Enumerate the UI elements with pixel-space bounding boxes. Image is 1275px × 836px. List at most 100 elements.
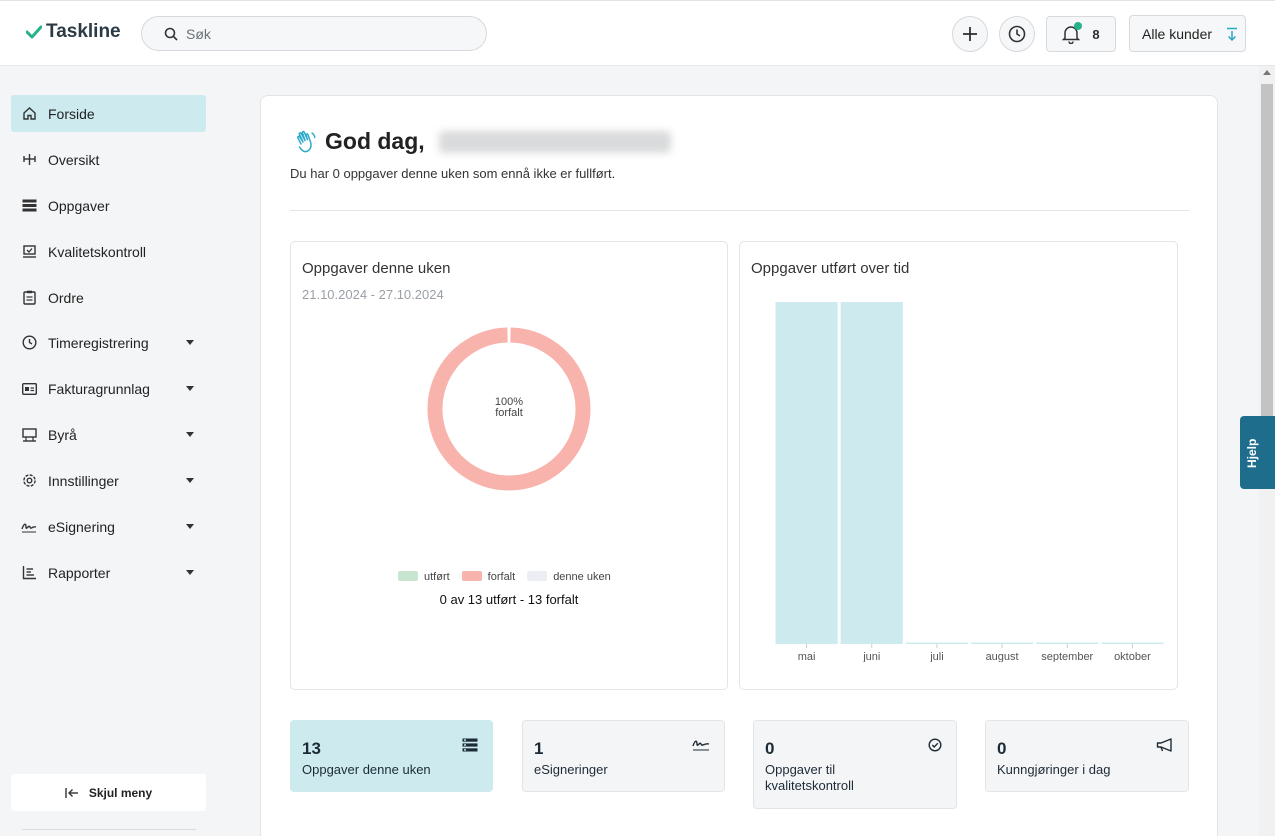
sidebar-item-byra[interactable]: Byrå — [11, 416, 206, 453]
stat-value: 0 — [997, 739, 1007, 758]
chevron-down-icon[interactable] — [186, 524, 194, 529]
sitemap-icon — [21, 152, 37, 168]
weekly-date-range: 21.10.2024 - 27.10.2024 — [302, 287, 444, 302]
stat-card-esignering[interactable]: 1 eSigneringer — [522, 720, 725, 792]
add-button[interactable] — [952, 16, 988, 52]
legend-item-denne-uken[interactable]: denne uken — [527, 571, 611, 583]
sidebar-item-rapporter[interactable]: Rapporter — [11, 554, 206, 591]
stat-label: Kunngjøringer i dag — [997, 762, 1111, 777]
donut-center-text: forfalt — [495, 407, 523, 419]
bar-juli[interactable] — [905, 642, 968, 645]
search-input[interactable] — [186, 25, 466, 42]
notifications-button[interactable]: 8 — [1046, 16, 1116, 52]
home-icon — [21, 106, 37, 122]
sidebar-item-ordre[interactable]: Ordre — [11, 279, 206, 316]
bar-september[interactable] — [1036, 642, 1099, 645]
stat-card-quality[interactable]: 0 Oppgaver til kvalitetskontroll — [753, 720, 957, 809]
legend-swatch — [527, 571, 548, 581]
waving-hand-icon — [297, 130, 316, 152]
tasks-icon — [462, 738, 478, 752]
section-divider — [290, 210, 1189, 211]
sort-down-icon — [1227, 27, 1238, 41]
stat-card-tasks[interactable]: 13 Oppgaver denne uken — [290, 720, 493, 792]
legend-label: denne uken — [553, 571, 611, 583]
megaphone-icon — [1156, 738, 1172, 752]
history-panel: Oppgaver utført over tid mai juni juli augu… — [739, 241, 1178, 690]
check-circle-icon — [928, 738, 942, 752]
customer-select-label: Alle kunder — [1142, 25, 1213, 42]
clipboard-icon — [21, 290, 37, 306]
hide-menu-button[interactable]: Skjul meny — [11, 774, 206, 811]
sidebar-item-kvalitetskontroll[interactable]: Kvalitetskontroll — [11, 233, 206, 270]
chevron-down-icon[interactable] — [186, 340, 194, 345]
greeting-text: God dag, — [325, 128, 425, 154]
sidebar-item-oversikt[interactable]: Oversikt — [11, 141, 206, 178]
greeting-subtitle: Du har 0 oppgaver denne uken som ennå ik… — [290, 166, 616, 181]
bar-august[interactable] — [971, 642, 1034, 645]
stat-value: 13 — [302, 739, 321, 758]
app-logo[interactable]: Taskline — [26, 21, 121, 43]
office-icon — [21, 427, 37, 443]
weekly-donut-chart — [427, 327, 591, 491]
sidebar-item-forside[interactable]: Forside — [11, 95, 206, 132]
chevron-down-icon[interactable] — [186, 478, 194, 483]
hide-menu-label: Skjul meny — [88, 785, 153, 800]
clock-icon — [1008, 25, 1026, 43]
x-tick-label: august — [986, 651, 1019, 662]
sidebar-item-esignering[interactable]: eSignering — [11, 508, 206, 545]
sidebar-item-label: eSignering — [48, 518, 115, 535]
customer-select[interactable]: Alle kunder — [1129, 15, 1246, 52]
collapse-left-icon — [65, 787, 78, 798]
check-logo-icon — [26, 25, 42, 39]
sidebar-item-fakturagrunnlag[interactable]: Fakturagrunnlag — [11, 370, 206, 407]
app-name: Taskline — [46, 21, 121, 42]
history-bar-chart: mai juni juli august september oktober — [775, 302, 1164, 662]
sidebar-item-timeregistrering[interactable]: Timeregistrering — [11, 324, 206, 361]
report-icon — [21, 565, 37, 581]
chevron-down-icon[interactable] — [186, 386, 194, 391]
legend-item-forfalt[interactable]: forfalt — [461, 571, 516, 583]
search-box[interactable] — [141, 16, 487, 51]
gear-icon — [21, 473, 37, 489]
bell-icon — [1062, 22, 1083, 45]
legend-label: forfalt — [487, 571, 516, 583]
help-tab-label: Hjelp — [1245, 438, 1259, 468]
sidebar: Forside Oversikt Oppgaver Kvalitetskontr… — [0, 66, 218, 836]
notification-count: 8 — [1092, 26, 1100, 42]
sidebar-item-oppgaver[interactable]: Oppgaver — [11, 187, 206, 224]
sidebar-item-label: Byrå — [48, 426, 77, 443]
clock-icon — [21, 335, 37, 351]
scrollbar-thumb[interactable] — [1261, 84, 1273, 429]
x-tick-label: juni — [862, 651, 880, 662]
stat-label: Oppgaver til kvalitetskontroll — [765, 762, 854, 793]
notification-dot — [1074, 22, 1083, 30]
search-icon — [164, 27, 178, 41]
tasks-icon — [21, 198, 37, 214]
bar-oktober[interactable] — [1101, 642, 1164, 645]
sidebar-item-innstillinger[interactable]: Innstillinger — [11, 462, 206, 499]
chevron-down-icon[interactable] — [186, 570, 194, 575]
dashboard-card: God dag, Du har 0 oppgaver denne uken so… — [260, 95, 1218, 836]
legend-swatch — [398, 571, 418, 581]
sidebar-item-label: Rapporter — [48, 564, 111, 581]
sidebar-item-label: Kvalitetskontroll — [48, 243, 147, 260]
bar-mai[interactable] — [775, 302, 838, 644]
chevron-down-icon[interactable] — [186, 432, 194, 437]
sidebar-item-label: Fakturagrunnlag — [48, 380, 150, 397]
signature-icon — [21, 519, 37, 535]
greeting-heading: God dag, — [295, 128, 671, 155]
sidebar-item-label: Oversikt — [48, 151, 100, 168]
x-tick-label: oktober — [1114, 651, 1151, 662]
help-tab[interactable]: Hjelp — [1240, 416, 1275, 489]
legend-item-utført[interactable]: utført — [398, 571, 450, 583]
bar-juni[interactable] — [840, 302, 903, 644]
stat-card-announcements[interactable]: 0 Kunngjøringer i dag — [985, 720, 1189, 792]
legend-label: utført — [424, 571, 450, 583]
stat-label: Oppgaver denne uken — [302, 762, 431, 777]
weekly-summary: 0 av 13 utført - 13 forfalt — [439, 592, 579, 607]
invoice-icon — [21, 381, 37, 397]
scroll-up-arrow-icon[interactable] — [1263, 70, 1271, 75]
signature-icon — [692, 740, 710, 751]
timer-button[interactable] — [999, 16, 1035, 52]
stat-label: eSigneringer — [534, 762, 608, 777]
